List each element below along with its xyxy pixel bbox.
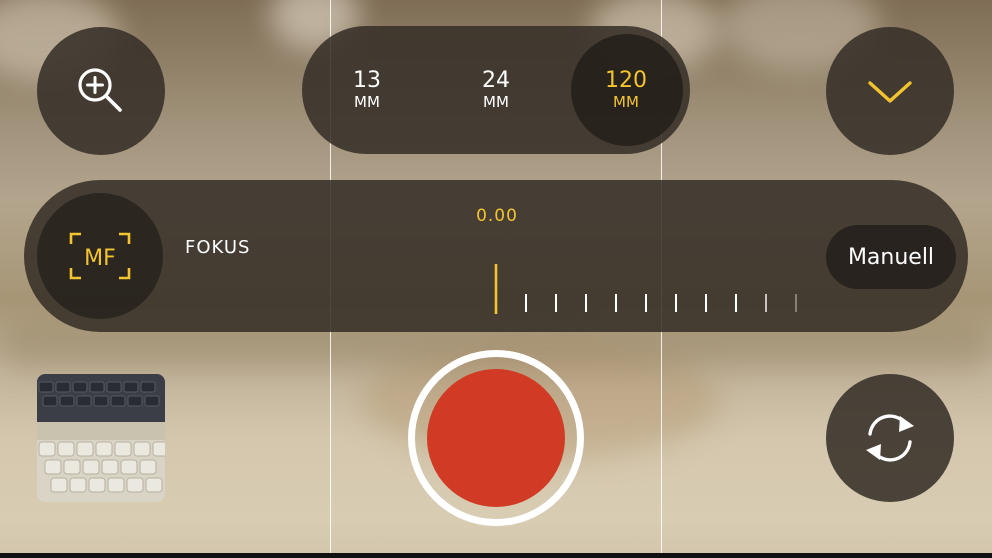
focus-label: FOKUS <box>185 237 251 258</box>
lens-focal-length: 13 <box>353 68 381 93</box>
zoom-button[interactable] <box>37 27 165 155</box>
focus-value: 0.00 <box>476 206 518 226</box>
record-button[interactable] <box>408 350 584 526</box>
lens-focal-length: 120 <box>605 68 647 93</box>
lens-option-24mm[interactable]: 24 MM <box>456 70 536 110</box>
thumbnail-image <box>37 374 165 502</box>
lens-option-120mm[interactable]: 120 MM <box>586 70 666 110</box>
lens-unit: MM <box>483 93 509 111</box>
focus-control-bar: MF FOKUS 0.00 Manuell <box>24 180 968 332</box>
lens-selector: 13 MM 24 MM 120 MM <box>302 26 690 154</box>
screen-bottom-edge <box>0 553 992 558</box>
lens-unit: MM <box>354 93 380 111</box>
record-button-core <box>427 369 565 507</box>
zoom-in-icon <box>78 68 122 112</box>
lens-unit: MM <box>613 93 639 111</box>
mf-icon: MF <box>69 232 131 280</box>
chevron-down-icon <box>868 81 912 103</box>
lens-focal-length: 24 <box>482 68 510 93</box>
flip-camera-button[interactable] <box>826 374 954 502</box>
lens-option-13mm[interactable]: 13 MM <box>327 70 407 110</box>
focus-slider[interactable] <box>484 262 804 316</box>
mf-badge-text: MF <box>84 246 116 271</box>
focus-mode-button[interactable]: Manuell <box>826 225 956 289</box>
last-capture-thumbnail[interactable] <box>37 374 165 502</box>
manual-focus-button[interactable]: MF <box>37 193 163 319</box>
camera-flip-icon <box>866 414 914 462</box>
collapse-controls-button[interactable] <box>826 27 954 155</box>
focus-slider-ticks <box>525 294 797 312</box>
